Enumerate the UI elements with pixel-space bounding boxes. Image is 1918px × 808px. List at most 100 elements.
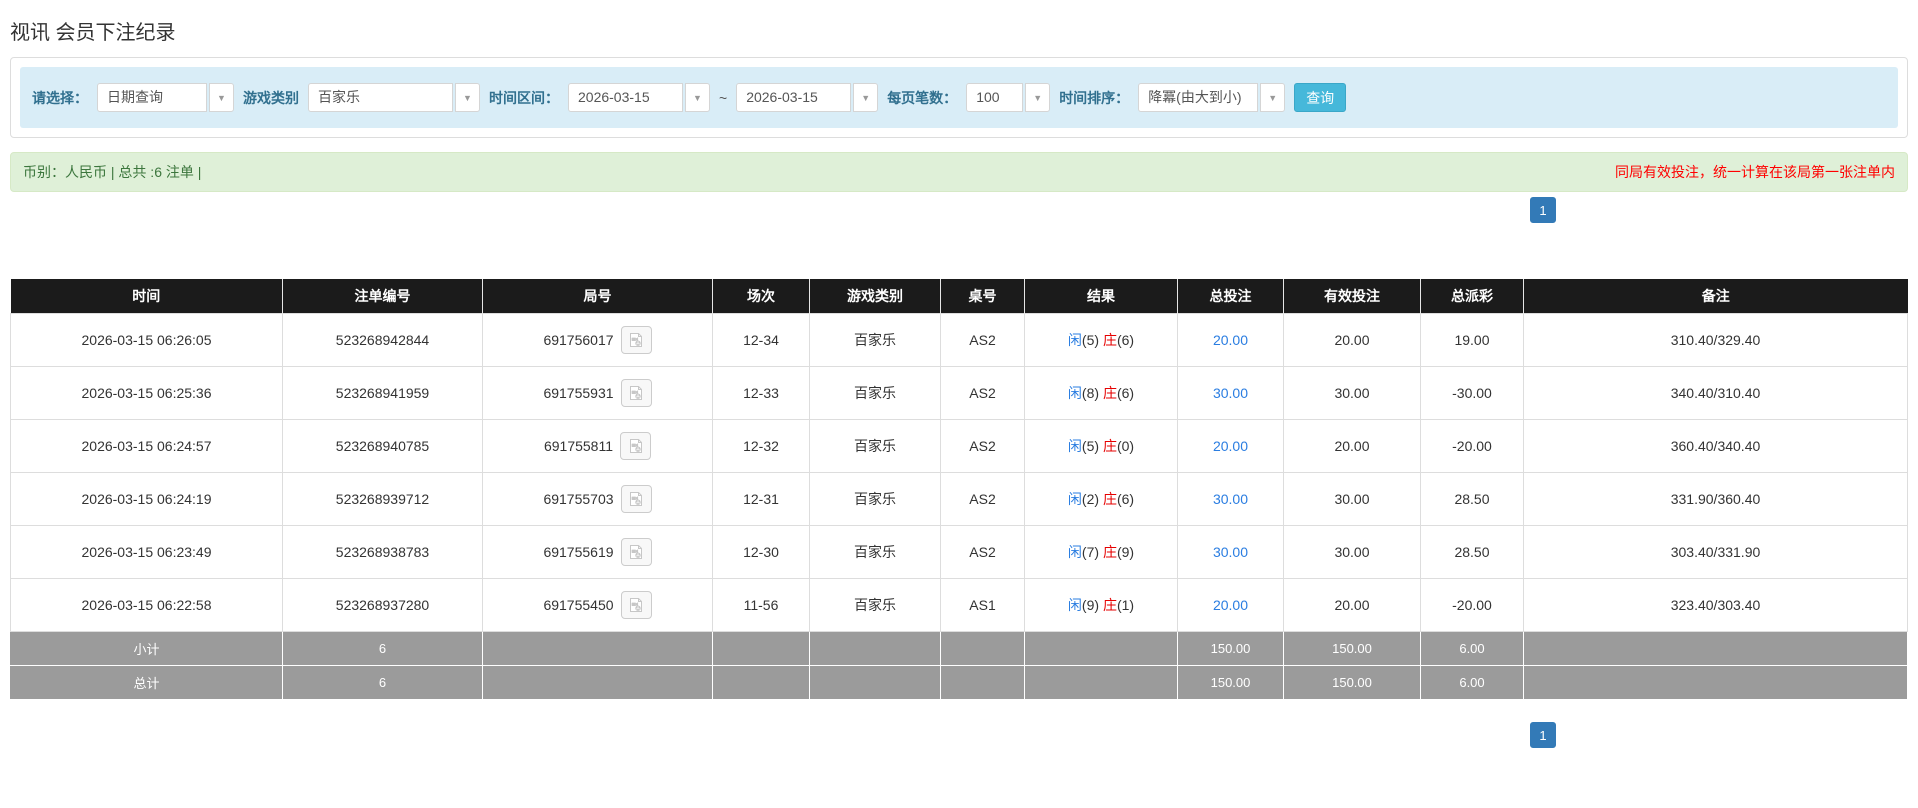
video-replay-button[interactable] [620,326,652,354]
total-bet-link[interactable]: 20.00 [1213,597,1248,613]
cell-table-no: AS2 [940,419,1025,473]
sort-select[interactable]: 降冪(由大到小) ▼ [1138,83,1286,112]
cell-bet-id: 523268938783 [282,525,483,579]
caret-down-icon[interactable]: ▼ [209,83,234,112]
cell-time: 2026-03-15 06:24:57 [10,419,283,473]
date-to-value[interactable]: 2026-03-15 [736,83,852,112]
cell-time: 2026-03-15 06:23:49 [10,525,283,579]
cell-total-bet: 20.00 [1177,313,1284,367]
cell-round-id: 691755931 [482,366,713,420]
total-bet-link[interactable]: 20.00 [1213,332,1248,348]
cell-valid-bet: 20.00 [1283,419,1421,473]
cell-game-type: 百家乐 [809,578,941,632]
result-banker-label: 庄 [1102,385,1117,401]
cell-result: 闲(5) 庄(0) [1024,419,1178,473]
cell-game-type: 百家乐 [809,472,941,526]
round-id-value: 691755811 [543,438,614,454]
cell-game-type: 百家乐 [809,419,941,473]
cell-total-bet: 20.00 [1177,419,1284,473]
cell-remark: 303.40/331.90 [1523,525,1908,579]
video-icon [629,439,642,453]
result-player-count: (9) [1081,597,1100,613]
subtotal-valid-bet: 150.00 [1283,631,1421,666]
video-replay-button[interactable] [620,432,652,460]
cell-result: 闲(2) 庄(6) [1024,472,1178,526]
range-separator: ~ [719,89,728,106]
caret-down-icon[interactable]: ▼ [1260,83,1286,112]
subtotal-label: 小计 [10,631,283,666]
caret-down-icon[interactable]: ▼ [685,83,710,112]
video-replay-button[interactable] [620,591,652,619]
cell-valid-bet: 30.00 [1283,472,1421,526]
cell-result: 闲(5) 庄(6) [1024,313,1178,367]
pagination-page-1[interactable]: 1 [1530,197,1556,223]
table-row: 2026-03-15 06:26:05 523268942844 6917560… [10,313,1908,367]
cell-valid-bet: 30.00 [1283,366,1421,420]
cell-session: 12-33 [712,366,810,420]
pagination-bottom: 1 [10,722,1908,748]
cell-payout: -20.00 [1420,578,1524,632]
result-banker-label: 庄 [1102,491,1117,507]
video-replay-button[interactable] [620,538,652,566]
table-row: 2026-03-15 06:24:19 523268939712 6917557… [10,472,1908,526]
date-from-select[interactable]: 2026-03-15 ▼ [568,83,710,112]
header-game-type: 游戏类别 [809,279,941,314]
total-bet-link[interactable]: 30.00 [1213,544,1248,560]
cell-payout: 28.50 [1420,525,1524,579]
query-type-value[interactable]: 日期查询 [97,83,207,112]
caret-down-icon[interactable]: ▼ [1025,83,1051,112]
caret-down-icon[interactable]: ▼ [853,83,879,112]
header-table-no: 桌号 [940,279,1025,314]
date-from-value[interactable]: 2026-03-15 [568,83,683,112]
result-player-label: 闲 [1067,491,1082,507]
cell-round-id: 691755703 [482,472,713,526]
total-bet-link[interactable]: 20.00 [1213,438,1248,454]
total-bet-link[interactable]: 30.00 [1213,385,1248,401]
cell-bet-id: 523268939712 [282,472,483,526]
cell-session: 12-34 [712,313,810,367]
cell-total-bet: 30.00 [1177,472,1284,526]
table-row: 2026-03-15 06:23:49 523268938783 6917556… [10,525,1908,579]
result-banker-label: 庄 [1102,438,1117,454]
header-time: 时间 [10,279,283,314]
result-player-count: (7) [1081,544,1100,560]
cell-time: 2026-03-15 06:22:58 [10,578,283,632]
result-player-label: 闲 [1067,332,1082,348]
cell-remark: 340.40/310.40 [1523,366,1908,420]
sort-label: 时间排序： [1059,89,1130,106]
cell-round-id: 691755450 [482,578,713,632]
total-bet-link[interactable]: 30.00 [1213,491,1248,507]
video-replay-button[interactable] [620,485,652,513]
cell-payout: -30.00 [1420,366,1524,420]
cell-valid-bet: 20.00 [1283,313,1421,367]
game-type-value[interactable]: 百家乐 [308,83,453,112]
pagination-page-1[interactable]: 1 [1530,722,1556,748]
cell-game-type: 百家乐 [809,313,941,367]
total-label: 总计 [10,665,283,700]
cell-bet-id: 523268937280 [282,578,483,632]
page-size-select[interactable]: 100 ▼ [966,83,1051,112]
table-row: 2026-03-15 06:25:36 523268941959 6917559… [10,366,1908,420]
cell-total-bet: 30.00 [1177,366,1284,420]
valid-bet-notice-text: 同局有效投注，统一计算在该局第一张注单内 [1615,164,1895,180]
cell-bet-id: 523268940785 [282,419,483,473]
subtotal-row: 小计 6 150.00 150.00 6.00 [10,631,1908,666]
search-button[interactable]: 查询 [1294,83,1347,112]
total-payout: 6.00 [1420,665,1524,700]
video-replay-button[interactable] [620,379,652,407]
result-player-label: 闲 [1067,438,1082,454]
game-type-select[interactable]: 百家乐 ▼ [308,83,480,112]
date-to-select[interactable]: 2026-03-15 ▼ [736,83,879,112]
result-banker-label: 庄 [1102,597,1117,613]
page-size-value[interactable]: 100 [966,83,1024,112]
video-icon [630,492,643,506]
caret-down-icon[interactable]: ▼ [455,83,480,112]
query-type-select[interactable]: 日期查询 ▼ [97,83,234,112]
result-player-count: (2) [1081,491,1100,507]
cell-result: 闲(7) 庄(9) [1024,525,1178,579]
cell-payout: 19.00 [1420,313,1524,367]
cell-time: 2026-03-15 06:25:36 [10,366,283,420]
sort-value[interactable]: 降冪(由大到小) [1138,83,1259,112]
pagination-top: 1 [10,197,1908,223]
summary-bar: 币别：人民币 | 总共 :6 注单 | 同局有效投注，统一计算在该局第一张注单内 [10,152,1908,192]
